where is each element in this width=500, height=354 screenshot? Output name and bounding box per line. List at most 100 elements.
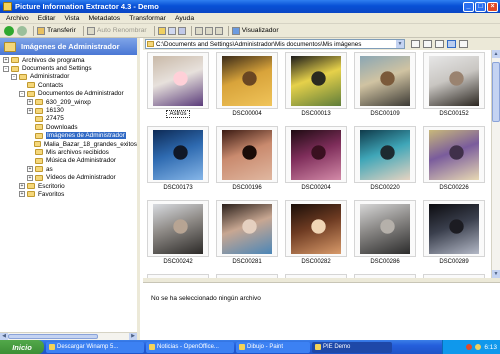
photo-thumbnail	[360, 56, 410, 106]
tree-item-label: Malia_Bazar_18_grandes_exitos	[43, 140, 137, 148]
close-button[interactable]: ×	[487, 1, 498, 12]
thumbnail-frame	[147, 200, 209, 257]
thumbnail[interactable]: DSC00282	[285, 200, 347, 266]
auto-rename-button[interactable]: Auto Renombrar	[86, 26, 147, 35]
photo-thumbnail	[153, 56, 203, 106]
thumbnail-label: DSC00013	[285, 111, 347, 117]
path-combobox[interactable]: C:\Documents and Settings\Administrador\…	[145, 39, 405, 49]
tree-item[interactable]: Imágenes de Administrador	[0, 132, 137, 140]
thumbnail[interactable]: DSC00109	[354, 52, 416, 118]
taskbar-button[interactable]: Descargar Winamp 5...	[46, 341, 144, 353]
tree-item[interactable]: - Documentos de Administrador	[0, 90, 137, 98]
horizontal-scrollbar[interactable]: ◀ ▶	[0, 332, 137, 340]
vertical-scrollbar[interactable]: ▲ ▼	[491, 50, 500, 278]
thumbnail-filename: DSC00004	[232, 111, 262, 117]
thumbnail[interactable]: DSC00173	[147, 126, 209, 192]
back-arrow-icon[interactable]	[4, 25, 14, 36]
transfer-button[interactable]: Transferir	[37, 26, 76, 35]
tree-item[interactable]: Downloads	[0, 123, 137, 131]
thumbnail[interactable]: DSC00152	[423, 52, 485, 118]
tray-icon[interactable]	[475, 344, 482, 350]
toolbar-separator	[33, 25, 34, 36]
thumbnail-filename: DSC00013	[301, 111, 331, 117]
copy-icon[interactable]	[167, 26, 176, 35]
taskbar-button[interactable]: Noticias - OpenOffice...	[146, 341, 234, 353]
tree-item[interactable]: Contacts	[0, 81, 137, 89]
taskbar-button[interactable]: Dibujo - Paint	[236, 341, 310, 353]
menu-archivo[interactable]: Archivo	[6, 15, 29, 22]
photo-thumbnail	[222, 56, 272, 106]
menu-ayuda[interactable]: Ayuda	[175, 15, 194, 22]
thumbnail[interactable]: DSC00220	[354, 126, 416, 192]
tree-item[interactable]: + Vídeos de Administrador	[0, 173, 137, 181]
thumbnail[interactable]: DSC00289	[423, 200, 485, 266]
menu-metadatos[interactable]: Metadatos	[88, 15, 120, 22]
start-button[interactable]: Inicio	[0, 340, 44, 354]
thumbnail[interactable]: Astros	[147, 52, 209, 118]
thumbnail[interactable]: DSC00204	[285, 126, 347, 192]
path-value[interactable]: C:\Documents and Settings\Administrador\…	[156, 41, 396, 48]
rotate-left-icon[interactable]	[194, 26, 203, 35]
menu-vista[interactable]: Vista	[64, 15, 79, 22]
expand-icon[interactable]: +	[3, 57, 9, 64]
taskbar-button[interactable]: PIE Demo	[312, 341, 392, 353]
tree-item[interactable]: +16130	[0, 106, 137, 114]
scrollbar-thumb[interactable]	[492, 62, 500, 122]
tree-item[interactable]: - Documents and Settings	[0, 64, 137, 72]
maximize-button[interactable]: □	[475, 1, 486, 12]
expand-icon[interactable]: +	[27, 99, 33, 106]
collapse-icon[interactable]: -	[11, 73, 17, 80]
view-small-thumbs-icon[interactable]	[435, 40, 444, 48]
selection-status: No se ha seleccionado ningún archivo	[151, 295, 261, 302]
tree-item[interactable]: + as	[0, 165, 137, 173]
folder-icon	[27, 90, 35, 97]
tree-item[interactable]: Música de Administrador	[0, 157, 137, 165]
tree-item[interactable]: Mis archivos recibidos	[0, 148, 137, 156]
rotate-right-icon[interactable]	[204, 26, 213, 35]
thumbnail[interactable]: DSC00196	[216, 126, 278, 192]
tree-item[interactable]: 27475	[0, 115, 137, 123]
scroll-left-icon[interactable]: ◀	[0, 333, 8, 340]
thumbnail[interactable]: DSC00281	[216, 200, 278, 266]
forward-arrow-icon[interactable]	[17, 25, 27, 36]
expand-icon[interactable]: +	[19, 183, 25, 190]
viewer-button[interactable]: Visualizador	[231, 26, 279, 35]
folder-icon[interactable]	[157, 26, 166, 35]
tree-item[interactable]: + Escritorio	[0, 182, 137, 190]
thumbnail[interactable]: DSC00013	[285, 52, 347, 118]
menu-transformar[interactable]: Transformar	[129, 15, 166, 22]
collapse-icon[interactable]: -	[3, 65, 9, 72]
tray-icon[interactable]	[466, 344, 473, 350]
scroll-down-icon[interactable]: ▼	[492, 270, 500, 278]
view-details-icon[interactable]	[411, 40, 420, 48]
flip-icon[interactable]	[214, 26, 223, 35]
tree-item[interactable]: + Favoritos	[0, 190, 137, 198]
thumbnail[interactable]: DSC00226	[423, 126, 485, 192]
tree-item-label: Escritorio	[38, 182, 65, 190]
expand-icon[interactable]: +	[27, 107, 33, 114]
thumbnail-frame	[423, 200, 485, 257]
tree-item[interactable]: Malia_Bazar_18_grandes_exitos	[0, 140, 137, 148]
scroll-right-icon[interactable]: ▶	[129, 333, 137, 340]
thumbnail[interactable]: DSC00286	[354, 200, 416, 266]
expand-icon[interactable]: +	[27, 166, 33, 173]
tree-item[interactable]: +630_209_winxp	[0, 98, 137, 106]
view-large-thumbs-icon[interactable]	[459, 40, 468, 48]
collapse-icon[interactable]: -	[19, 90, 25, 97]
app-icon	[3, 2, 12, 11]
tree-item[interactable]: + Archivos de programa	[0, 56, 137, 64]
scroll-up-icon[interactable]: ▲	[492, 50, 500, 58]
expand-icon[interactable]: +	[19, 191, 25, 198]
list-icon[interactable]	[177, 26, 186, 35]
tree-item[interactable]: - Administrador	[0, 73, 137, 81]
chevron-down-icon[interactable]: ▼	[396, 40, 404, 48]
view-thumbnails-icon[interactable]	[447, 40, 456, 48]
expand-icon[interactable]: +	[27, 174, 33, 181]
menu-editar[interactable]: Editar	[38, 15, 56, 22]
view-list-icon[interactable]	[423, 40, 432, 48]
thumbnail[interactable]: DSC00004	[216, 52, 278, 118]
minimize-button[interactable]: _	[463, 1, 474, 12]
transfer-icon	[37, 26, 45, 35]
scrollbar-thumb[interactable]	[8, 334, 98, 339]
thumbnail[interactable]: DSC00242	[147, 200, 209, 266]
